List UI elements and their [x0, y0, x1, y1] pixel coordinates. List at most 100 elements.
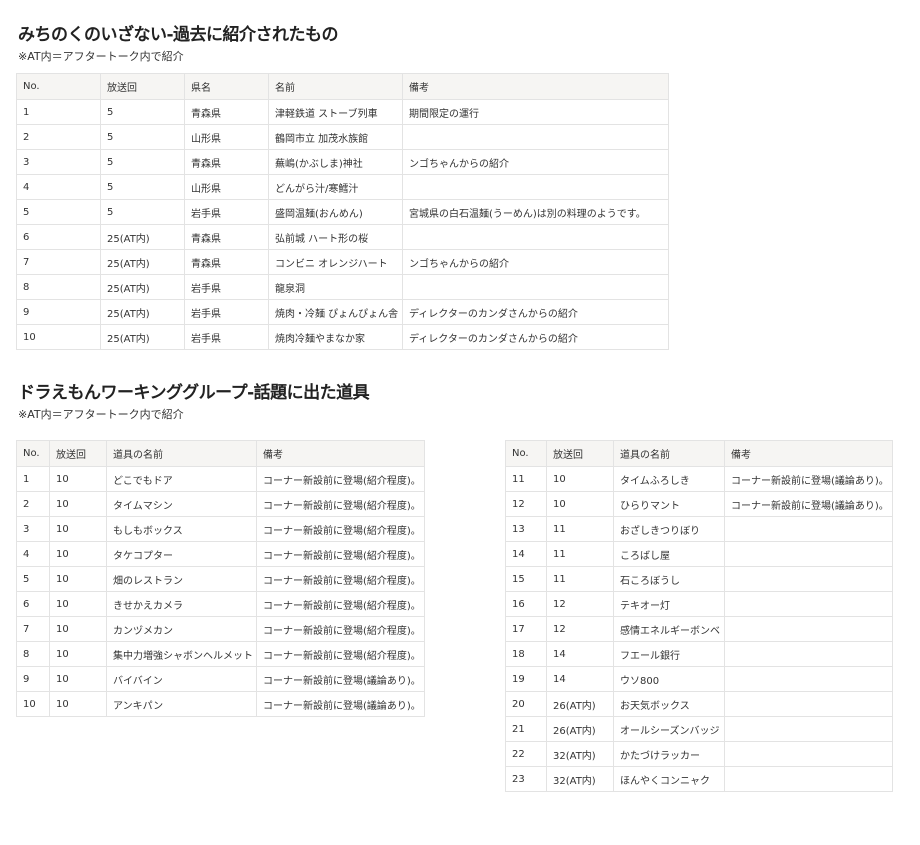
table-row: 23 32(AT内) ほんやくコンニャク [505, 766, 893, 792]
cell-no: 21 [505, 716, 547, 742]
table-row: 1 5 青森県 津軽鉄道 ストーブ列車 期間限定の運行 [16, 99, 669, 125]
cell-name: コンビニ オレンジハート [268, 249, 403, 275]
cell-remarks [724, 691, 893, 717]
cell-gadget-name: アンキパン [106, 691, 257, 717]
column-header-remarks: 備考 [402, 73, 669, 100]
gadgets-table-left: No. 放送回 道具の名前 備考 1 10 どこでもドア コーナー新設前に登場(紹介程… [16, 440, 425, 717]
cell-no: 6 [16, 224, 101, 250]
table-row: 19 14 ウソ800 [505, 666, 893, 692]
cell-gadget-name: ウソ800 [613, 666, 725, 692]
table-row: 22 32(AT内) かたづけラッカー [505, 741, 893, 767]
cell-no: 3 [16, 516, 50, 542]
cell-episode: 25(AT内) [100, 324, 185, 350]
cell-remarks: コーナー新設前に登場(議論あり)。 [256, 666, 425, 692]
cell-gadget-name: テキオー灯 [613, 591, 725, 617]
table-row: 3 10 もしもボックス コーナー新設前に登場(紹介程度)。 [16, 516, 425, 542]
cell-episode: 11 [546, 566, 614, 592]
cell-no: 12 [505, 491, 547, 517]
cell-remarks [724, 541, 893, 567]
cell-remarks: コーナー新設前に登場(紹介程度)。 [256, 591, 425, 617]
cell-no: 7 [16, 249, 101, 275]
cell-remarks: コーナー新設前に登場(紹介程度)。 [256, 466, 425, 492]
cell-episode: 10 [546, 466, 614, 492]
cell-prefecture: 岩手県 [184, 199, 269, 225]
cell-gadget-name: タイムふろしき [613, 466, 725, 492]
cell-remarks: コーナー新設前に登場(紹介程度)。 [256, 641, 425, 667]
column-header-episode: 放送回 [49, 440, 107, 467]
cell-gadget-name: おざしきつりぼり [613, 516, 725, 542]
table-row: 8 10 集中力増強シャボンヘルメット コーナー新設前に登場(紹介程度)。 [16, 641, 425, 667]
cell-gadget-name: オールシーズンバッジ [613, 716, 725, 742]
cell-remarks: 期間限定の運行 [402, 99, 669, 125]
cell-no: 6 [16, 591, 50, 617]
column-header-prefecture: 県名 [184, 73, 269, 100]
cell-no: 5 [16, 566, 50, 592]
cell-episode: 10 [49, 566, 107, 592]
column-header-no: No. [16, 440, 50, 467]
table-row: 20 26(AT内) お天気ボックス [505, 691, 893, 717]
table-row: 5 10 畑のレストラン コーナー新設前に登場(紹介程度)。 [16, 566, 425, 592]
cell-no: 10 [16, 324, 101, 350]
cell-no: 10 [16, 691, 50, 717]
cell-remarks: コーナー新設前に登場(紹介程度)。 [256, 616, 425, 642]
gadgets-left-body: 1 10 どこでもドア コーナー新設前に登場(紹介程度)。 2 10 タイムマシン コーナー新… [16, 466, 425, 717]
cell-episode: 12 [546, 591, 614, 617]
column-header-name: 名前 [268, 73, 403, 100]
cell-gadget-name: 集中力増強シャボンヘルメット [106, 641, 257, 667]
cell-no: 8 [16, 641, 50, 667]
cell-gadget-name: もしもボックス [106, 516, 257, 542]
cell-name: 焼肉冷麺やまなか家 [268, 324, 403, 350]
column-header-no: No. [16, 73, 101, 100]
cell-episode: 5 [100, 99, 185, 125]
cell-no: 11 [505, 466, 547, 492]
table-row: 16 12 テキオー灯 [505, 591, 893, 617]
cell-remarks [724, 616, 893, 642]
cell-no: 2 [16, 124, 101, 150]
column-header-episode: 放送回 [546, 440, 614, 467]
cell-remarks [724, 566, 893, 592]
cell-no: 14 [505, 541, 547, 567]
cell-episode: 5 [100, 124, 185, 150]
table-row: 9 10 バイバイン コーナー新設前に登場(議論あり)。 [16, 666, 425, 692]
cell-no: 23 [505, 766, 547, 792]
table-row: 21 26(AT内) オールシーズンバッジ [505, 716, 893, 742]
table-header-row: No. 放送回 道具の名前 備考 [505, 440, 893, 467]
table-row: 2 10 タイムマシン コーナー新設前に登場(紹介程度)。 [16, 491, 425, 517]
cell-prefecture: 山形県 [184, 174, 269, 200]
cell-remarks: ンゴちゃんからの紹介 [402, 149, 669, 175]
cell-episode: 25(AT内) [100, 249, 185, 275]
cell-remarks: コーナー新設前に登場(紹介程度)。 [256, 516, 425, 542]
cell-remarks [724, 716, 893, 742]
places-table: No. 放送回 県名 名前 備考 1 5 青森県 津軽鉄道 ストーブ列車 期間限定の運行… [16, 73, 669, 350]
cell-remarks [724, 741, 893, 767]
places-table-body: 1 5 青森県 津軽鉄道 ストーブ列車 期間限定の運行 2 5 山形県 鶴岡市立 加茂水族館 3 5… [16, 99, 669, 350]
cell-remarks: コーナー新設前に登場(議論あり)。 [724, 466, 893, 492]
cell-prefecture: 岩手県 [184, 299, 269, 325]
cell-no: 9 [16, 299, 101, 325]
cell-remarks [724, 666, 893, 692]
table-row: 9 25(AT内) 岩手県 焼肉・冷麺 ぴょんぴょん舎 ディレクターのカンダさんからの紹… [16, 299, 669, 325]
table-row: 7 10 カンヅメカン コーナー新設前に登場(紹介程度)。 [16, 616, 425, 642]
cell-no: 4 [16, 174, 101, 200]
gadgets-table-right: No. 放送回 道具の名前 備考 11 10 タイムふろしき コーナー新設前に登場(議… [505, 440, 893, 792]
cell-remarks: ディレクターのカンダさんからの紹介 [402, 324, 669, 350]
cell-no: 3 [16, 149, 101, 175]
cell-remarks [724, 766, 893, 792]
cell-gadget-name: どこでもドア [106, 466, 257, 492]
cell-episode: 10 [49, 641, 107, 667]
cell-episode: 25(AT内) [100, 224, 185, 250]
cell-episode: 5 [100, 199, 185, 225]
cell-prefecture: 山形県 [184, 124, 269, 150]
cell-prefecture: 岩手県 [184, 324, 269, 350]
cell-gadget-name: タイムマシン [106, 491, 257, 517]
cell-episode: 5 [100, 174, 185, 200]
cell-episode: 25(AT内) [100, 299, 185, 325]
cell-episode: 11 [546, 516, 614, 542]
cell-no: 7 [16, 616, 50, 642]
cell-name: 焼肉・冷麺 ぴょんぴょん舎 [268, 299, 403, 325]
section2-note: ※AT内＝アフタートーク内で紹介 [18, 408, 184, 421]
cell-no: 4 [16, 541, 50, 567]
cell-name: どんがら汁/寒鱈汁 [268, 174, 403, 200]
cell-no: 1 [16, 99, 101, 125]
cell-remarks: ディレクターのカンダさんからの紹介 [402, 299, 669, 325]
